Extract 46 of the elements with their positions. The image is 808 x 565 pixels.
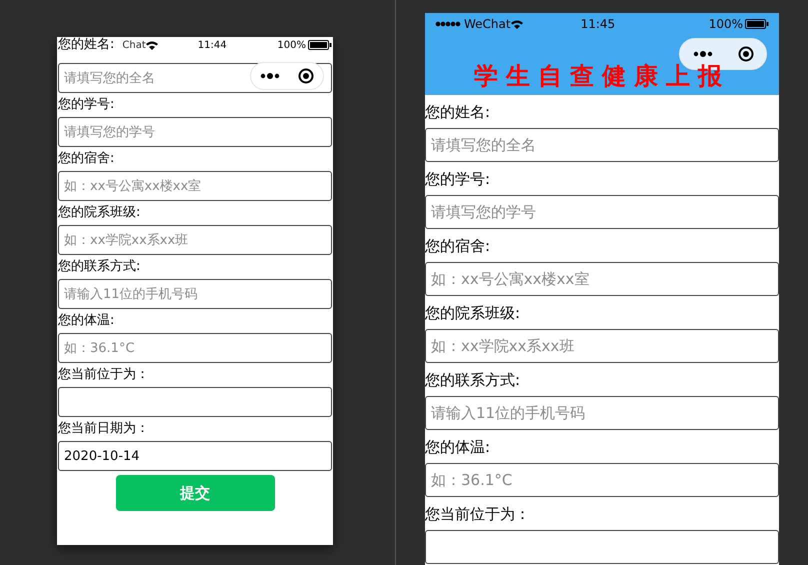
status-time: 11:44 bbox=[198, 38, 227, 52]
field-label: 您的学号: bbox=[58, 97, 116, 113]
status-time: 11:45 bbox=[580, 16, 616, 33]
input-field[interactable]: 如：xx号公寓xx楼xx室 bbox=[58, 171, 332, 201]
carrier-name: Chat bbox=[122, 38, 146, 52]
wifi-icon bbox=[146, 40, 158, 50]
field-label: 您当前日期为： bbox=[58, 421, 150, 437]
input-field[interactable] bbox=[425, 530, 779, 564]
field-label: 您的联系方式: bbox=[58, 259, 142, 275]
field-label: 您的姓名: bbox=[58, 37, 114, 53]
input-field[interactable]: 如：xx学院xx系xx班 bbox=[58, 225, 332, 255]
field-label: 您的院系班级: bbox=[425, 305, 522, 321]
input-field[interactable]: 请填写您的学号 bbox=[58, 117, 332, 147]
capsule-menu[interactable] bbox=[250, 62, 324, 90]
page-title: 学生自查健康上报 bbox=[474, 62, 730, 90]
close-icon[interactable] bbox=[298, 68, 314, 84]
input-field[interactable]: 如：36.1°C bbox=[425, 463, 779, 497]
field-label: 您的体温: bbox=[425, 439, 492, 455]
wifi-icon bbox=[510, 20, 523, 28]
input-field[interactable]: 请填写您的全名 bbox=[425, 128, 779, 162]
input-field[interactable] bbox=[58, 387, 332, 417]
more-icon[interactable] bbox=[260, 73, 280, 79]
battery-icon bbox=[745, 19, 769, 29]
input-field[interactable]: 如：xx号公寓xx楼xx室 bbox=[425, 262, 779, 296]
input-field[interactable]: 2020-10-14 bbox=[58, 441, 332, 471]
signal-icon bbox=[435, 21, 461, 27]
field-label: 您的宿舍: bbox=[58, 151, 116, 167]
close-icon[interactable] bbox=[738, 46, 754, 62]
battery-percent: 100% bbox=[708, 16, 743, 33]
input-field[interactable]: 请填写您的学号 bbox=[425, 195, 779, 229]
carrier-name: WeChat bbox=[464, 16, 511, 33]
field-label: 您当前位于为： bbox=[425, 506, 531, 522]
field-label: 您的学号: bbox=[425, 171, 492, 187]
input-field[interactable]: 如：36.1°C bbox=[58, 333, 332, 363]
field-label: 您的联系方式: bbox=[425, 372, 522, 388]
field-label: 您的姓名: bbox=[425, 104, 492, 120]
more-icon[interactable] bbox=[692, 51, 712, 57]
field-label: 您的院系班级: bbox=[58, 205, 142, 221]
input-field[interactable]: 请输入11位的手机号码 bbox=[425, 396, 779, 430]
battery-percent: 100% bbox=[277, 38, 306, 52]
input-field[interactable]: 如：xx学院xx系xx班 bbox=[425, 329, 779, 363]
field-label: 您当前位于为： bbox=[58, 367, 150, 383]
input-field[interactable]: 请输入11位的手机号码 bbox=[58, 279, 332, 309]
field-label: 您的体温: bbox=[58, 313, 116, 329]
field-label: 您的宿舍: bbox=[425, 238, 492, 254]
battery-icon bbox=[308, 40, 332, 50]
